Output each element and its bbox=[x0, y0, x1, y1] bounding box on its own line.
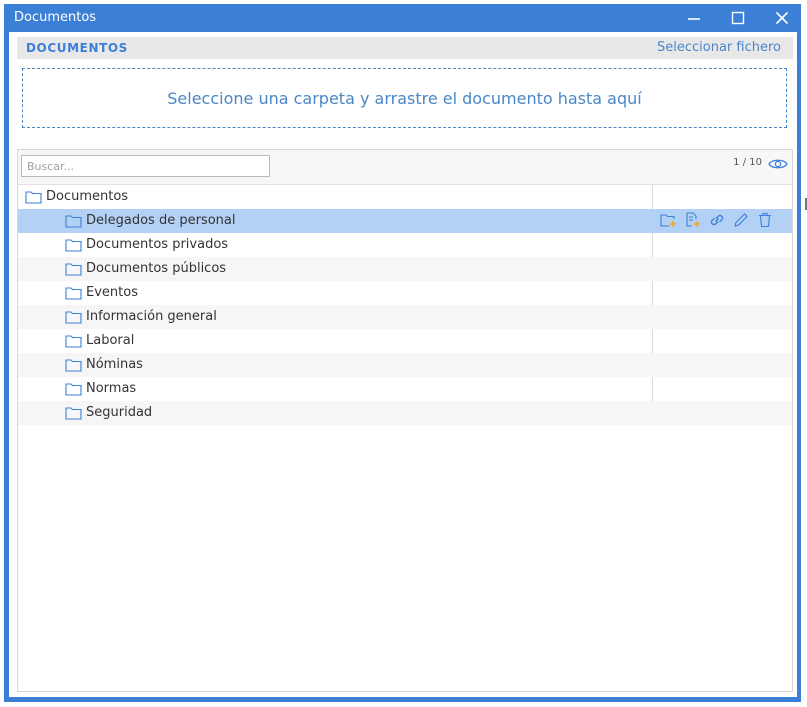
tree-item-nominas[interactable]: Nóminas bbox=[18, 353, 792, 377]
tree-item-label: Documentos públicos bbox=[86, 261, 227, 276]
minimize-button[interactable] bbox=[674, 6, 714, 30]
tree-item-publicos[interactable]: Documentos públicos bbox=[18, 257, 792, 281]
folder-icon bbox=[65, 285, 82, 304]
tree-item-normas[interactable]: Normas bbox=[18, 377, 792, 401]
explorer-toolbar: 1 / 10 bbox=[18, 150, 792, 185]
tree-item-label: Seguridad bbox=[86, 405, 153, 420]
page-counter: 1 / 10 bbox=[733, 157, 762, 168]
tree-root[interactable]: Documentos bbox=[18, 185, 792, 209]
tree-item-label: Información general bbox=[86, 309, 217, 324]
eye-icon[interactable] bbox=[768, 156, 788, 175]
maximize-icon bbox=[731, 11, 745, 25]
documents-header: DOCUMENTOS Seleccionar fichero bbox=[17, 37, 793, 59]
window-content: DOCUMENTOS Seleccionar fichero Seleccion… bbox=[9, 32, 797, 697]
delete-icon[interactable] bbox=[756, 212, 774, 232]
folder-icon bbox=[65, 261, 82, 280]
add-folder-icon[interactable] bbox=[660, 212, 678, 232]
close-button[interactable] bbox=[762, 6, 802, 30]
tree-root-label: Documentos bbox=[46, 189, 129, 204]
folder-icon bbox=[65, 213, 82, 232]
folder-icon bbox=[65, 333, 82, 352]
tree-item-laboral[interactable]: Laboral bbox=[18, 329, 792, 353]
tree-item-delegados[interactable]: Delegados de personal bbox=[18, 209, 792, 233]
close-icon bbox=[775, 11, 789, 25]
folder-icon bbox=[65, 357, 82, 376]
folder-tree: Documentos Delegados de personal Documen… bbox=[18, 185, 792, 425]
folder-icon bbox=[65, 309, 82, 328]
row-actions bbox=[660, 212, 774, 232]
minimize-icon bbox=[687, 11, 701, 25]
search-input[interactable] bbox=[21, 155, 270, 177]
maximize-button[interactable] bbox=[718, 6, 758, 30]
folder-icon bbox=[25, 189, 42, 208]
tree-item-seguridad[interactable]: Seguridad bbox=[18, 401, 792, 425]
tree-item-privados[interactable]: Documentos privados bbox=[18, 233, 792, 257]
select-file-link[interactable]: Seleccionar fichero bbox=[657, 40, 781, 55]
tree-item-informacion[interactable]: Información general bbox=[18, 305, 792, 329]
title-bar[interactable]: Documentos bbox=[4, 4, 801, 32]
drop-zone[interactable]: Seleccione una carpeta y arrastre el doc… bbox=[22, 68, 787, 128]
tree-item-eventos[interactable]: Eventos bbox=[18, 281, 792, 305]
link-icon[interactable] bbox=[708, 212, 726, 232]
folder-icon bbox=[65, 405, 82, 424]
section-title: DOCUMENTOS bbox=[26, 41, 128, 55]
folder-icon bbox=[65, 237, 82, 256]
tree-item-label: Delegados de personal bbox=[86, 213, 236, 228]
folder-explorer: 1 / 10 Documentos bbox=[17, 149, 793, 692]
tree-item-label: Nóminas bbox=[86, 357, 143, 372]
folder-icon bbox=[65, 381, 82, 400]
tree-item-label: Laboral bbox=[86, 333, 135, 348]
tree-item-label: Normas bbox=[86, 381, 137, 396]
window-title: Documentos bbox=[14, 10, 97, 25]
add-document-icon[interactable] bbox=[684, 212, 702, 232]
documents-window: Documentos DOCUMENTOS Seleccionar ficher… bbox=[4, 4, 801, 702]
drop-zone-text: Seleccione una carpeta y arrastre el doc… bbox=[167, 88, 642, 108]
edit-icon[interactable] bbox=[732, 212, 750, 232]
tree-item-label: Eventos bbox=[86, 285, 138, 300]
tree-item-label: Documentos privados bbox=[86, 237, 229, 252]
